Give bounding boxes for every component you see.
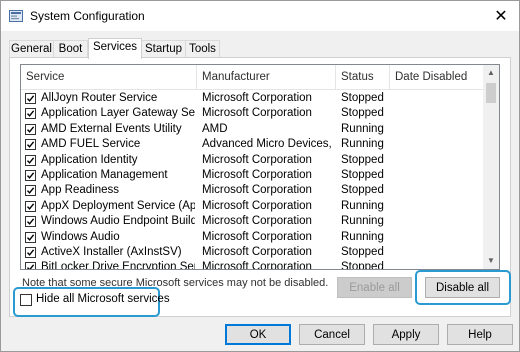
service-manufacturer: Microsoft Corporation	[202, 168, 312, 181]
service-status: Running	[341, 199, 384, 212]
services-panel: Service Manufacturer Status Date Disable…	[9, 57, 511, 317]
service-manufacturer: Microsoft Corporation	[202, 199, 312, 212]
service-status: Stopped	[341, 261, 384, 270]
service-status: Stopped	[341, 184, 384, 197]
service-status: Running	[341, 122, 384, 135]
service-name: ActiveX Installer (AxInstSV)	[41, 245, 182, 258]
service-name: Windows Audio Endpoint Builder	[41, 215, 195, 228]
apply-button[interactable]: Apply	[373, 324, 439, 345]
service-manufacturer: Microsoft Corporation	[202, 184, 312, 197]
enable-all-button[interactable]: Enable all	[337, 277, 412, 298]
service-checkbox[interactable]	[25, 246, 36, 258]
tab-boot[interactable]: Boot	[53, 40, 88, 58]
window-title: System Configuration	[30, 9, 145, 23]
service-name: AMD FUEL Service	[41, 138, 141, 151]
close-icon: ✕	[494, 8, 508, 25]
scrollbar-thumb[interactable]	[486, 83, 496, 103]
service-status: Stopped	[341, 245, 384, 258]
service-checkbox[interactable]	[25, 123, 36, 135]
service-manufacturer: Advanced Micro Devices, I...	[202, 138, 332, 151]
table-row[interactable]: Application Identity Microsoft Corporatio…	[21, 153, 483, 168]
table-row[interactable]: Windows Audio Endpoint Builder Microsoft …	[21, 214, 483, 229]
service-manufacturer: Microsoft Corporation	[202, 261, 312, 270]
tab-general[interactable]: General	[9, 40, 54, 58]
service-manufacturer: Microsoft Corporation	[202, 245, 312, 258]
column-status[interactable]: Status	[336, 65, 390, 89]
service-manufacturer: Microsoft Corporation	[202, 107, 312, 120]
hide-microsoft-services-label[interactable]: Hide all Microsoft services	[36, 293, 170, 305]
service-name: AllJoyn Router Service	[41, 92, 158, 104]
service-status: Running	[341, 230, 384, 243]
table-row[interactable]: ActiveX Installer (AxInstSV) Microsoft Co…	[21, 245, 483, 260]
service-checkbox[interactable]	[25, 108, 36, 120]
table-row[interactable]: AMD FUEL Service Advanced Micro Devices, …	[21, 137, 483, 152]
help-button[interactable]: Help	[447, 324, 513, 345]
service-status: Running	[341, 215, 384, 228]
services-list[interactable]: Service Manufacturer Status Date Disable…	[20, 64, 500, 270]
service-status: Stopped	[341, 168, 384, 181]
title-bar: System Configuration ✕	[1, 1, 519, 31]
table-row[interactable]: AllJoyn Router Service Microsoft Corporat…	[21, 91, 483, 106]
service-name: App Readiness	[41, 184, 119, 197]
service-manufacturer: Microsoft Corporation	[202, 215, 312, 228]
table-row[interactable]: App Readiness Microsoft Corporation Stoppe…	[21, 183, 483, 198]
service-manufacturer: Microsoft Corporation	[202, 230, 312, 243]
service-checkbox[interactable]	[25, 200, 36, 212]
service-name: BitLocker Drive Encryption Service	[41, 261, 195, 270]
disable-all-highlight	[415, 270, 511, 305]
vertical-scrollbar[interactable]: ▲ ▼	[483, 65, 499, 269]
service-checkbox[interactable]	[25, 139, 36, 151]
service-checkbox[interactable]	[25, 216, 36, 228]
table-row[interactable]: Windows Audio Microsoft Corporation Runnin…	[21, 230, 483, 245]
table-row[interactable]: AMD External Events Utility AMD Running	[21, 122, 483, 137]
system-configuration-icon	[9, 10, 23, 22]
service-checkbox[interactable]	[25, 93, 36, 104]
column-service[interactable]: Service	[21, 65, 197, 89]
service-rows: AllJoyn Router Service Microsoft Corporat…	[21, 91, 483, 270]
service-name: Application Management	[41, 168, 168, 181]
service-manufacturer: Microsoft Corporation	[202, 153, 312, 166]
table-row[interactable]: AppX Deployment Service (AppX... Microsof…	[21, 199, 483, 214]
tab-startup[interactable]: Startup	[141, 40, 186, 58]
service-name: Windows Audio	[41, 230, 120, 243]
service-checkbox[interactable]	[25, 262, 36, 269]
service-checkbox[interactable]	[25, 185, 36, 197]
service-manufacturer: AMD	[202, 122, 228, 135]
service-status: Stopped	[341, 92, 384, 104]
table-row[interactable]: Application Management Microsoft Corporat…	[21, 168, 483, 183]
service-name: AMD External Events Utility	[41, 122, 182, 135]
service-name: Application Layer Gateway Service	[41, 107, 195, 120]
column-manufacturer[interactable]: Manufacturer	[197, 65, 336, 89]
service-checkbox[interactable]	[25, 231, 36, 243]
service-manufacturer: Microsoft Corporation	[202, 92, 312, 104]
hide-microsoft-services-checkbox[interactable]	[20, 294, 32, 306]
system-configuration-window: System Configuration ✕ General Boot Serv…	[0, 0, 520, 352]
tab-services[interactable]: Services	[88, 38, 142, 59]
table-row[interactable]: BitLocker Drive Encryption Service Micros…	[21, 260, 483, 270]
ok-button[interactable]: OK	[225, 324, 291, 345]
service-checkbox[interactable]	[25, 154, 36, 166]
service-name: Application Identity	[41, 153, 138, 166]
service-name: AppX Deployment Service (AppX...	[41, 199, 195, 212]
close-button[interactable]: ✕	[483, 1, 519, 31]
service-checkbox[interactable]	[25, 169, 36, 181]
tab-tools[interactable]: Tools	[185, 40, 220, 58]
cancel-button[interactable]: Cancel	[299, 324, 365, 345]
column-date-disabled[interactable]: Date Disabled	[390, 65, 483, 89]
list-header: Service Manufacturer Status Date Disable…	[21, 65, 483, 90]
scroll-down-icon[interactable]: ▼	[483, 253, 499, 269]
service-status: Stopped	[341, 153, 384, 166]
service-status: Running	[341, 138, 384, 151]
scroll-up-icon[interactable]: ▲	[483, 65, 499, 81]
service-status: Stopped	[341, 107, 384, 120]
table-row[interactable]: Application Layer Gateway Service Microso…	[21, 106, 483, 121]
